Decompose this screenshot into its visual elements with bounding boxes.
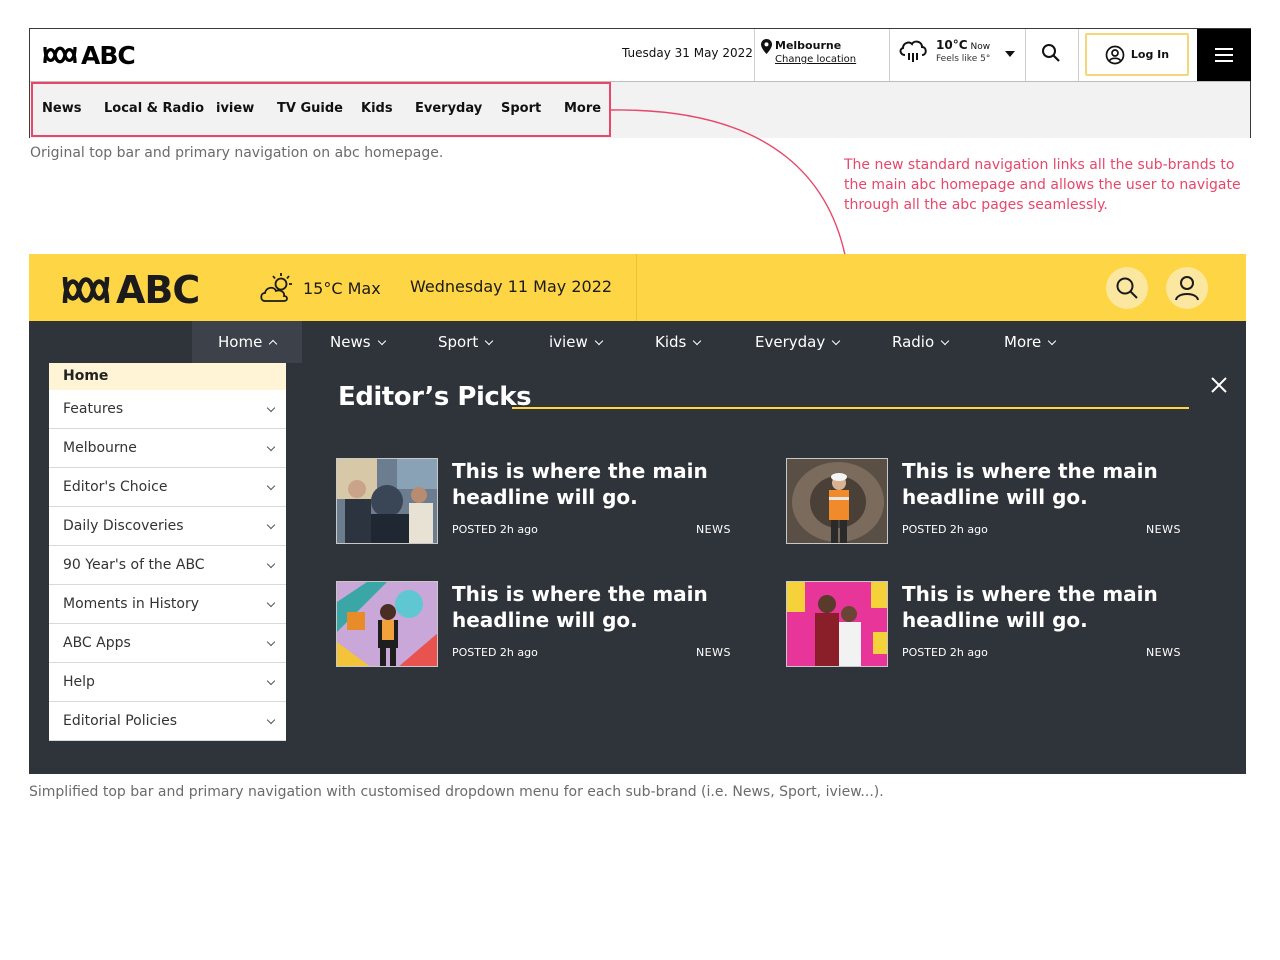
dropdown-item-label: Features (63, 401, 124, 417)
card-category-tag: NEWS (1145, 646, 1181, 659)
chevron-down-icon (1047, 336, 1057, 345)
nav-kids[interactable]: Kids (655, 321, 702, 363)
card-headline[interactable]: This is where the main headline will go. (452, 458, 722, 510)
new-design-mockup: ABC 15°C Max Wednesday 11 May 2022 Home … (29, 254, 1246, 774)
chevron-down-icon (594, 336, 603, 345)
search-button[interactable] (1106, 267, 1148, 309)
dropdown-item-label: Melbourne (63, 440, 137, 456)
card-category-tag: NEWS (695, 646, 731, 659)
nav-label: News (330, 333, 371, 351)
chevron-down-icon (266, 481, 276, 490)
chevron-down-icon (266, 676, 276, 685)
dropdown-item-label: Daily Discoveries (63, 518, 184, 534)
dropdown-item-label: Moments in History (63, 596, 200, 612)
chevron-down-icon (831, 336, 841, 345)
nav-label: Everyday (755, 333, 826, 351)
section-title: Editor’s Picks (338, 382, 532, 412)
new-primary-nav: Home News Sport iview Kids Everyday Radi… (29, 321, 1246, 363)
nav-label: Kids (655, 333, 687, 351)
card-posted-time: POSTED 2h ago (902, 646, 988, 659)
divider (636, 254, 637, 321)
card-category-tag: NEWS (695, 523, 731, 536)
chevron-down-icon (266, 559, 276, 568)
chevron-down-icon (940, 336, 950, 345)
nav-label: Radio (892, 333, 935, 351)
card-category-tag: NEWS (1145, 523, 1181, 536)
nav-home[interactable]: Home (192, 321, 303, 363)
close-icon[interactable] (1210, 376, 1228, 394)
news-card[interactable]: This is where the main headline will go.… (786, 581, 1186, 667)
title-underline (512, 407, 1189, 409)
abc-wordmark: ABC (116, 268, 200, 312)
nav-label: iview (549, 333, 588, 351)
current-date: Wednesday 11 May 2022 (410, 277, 613, 296)
chevron-up-icon (269, 339, 278, 348)
dropdown-item-features[interactable]: Features (49, 390, 286, 429)
news-thumbnail[interactable] (336, 458, 438, 544)
news-card[interactable]: This is where the main headline will go.… (786, 458, 1186, 544)
nav-everyday[interactable]: Everyday (755, 321, 841, 363)
news-card[interactable]: This is where the main headline will go.… (336, 458, 736, 544)
chevron-down-icon (266, 520, 276, 529)
new-design-caption: Simplified top bar and primary navigatio… (29, 784, 884, 800)
dropdown-item-daily-discoveries[interactable]: Daily Discoveries (49, 507, 286, 546)
card-posted-time: POSTED 2h ago (452, 646, 538, 659)
dropdown-item-help[interactable]: Help (49, 663, 286, 702)
dropdown-item-label: 90 Year's of the ABC (63, 557, 205, 573)
nav-label: More (1004, 333, 1042, 351)
dropdown-item-label: ABC Apps (63, 635, 131, 651)
chevron-down-icon (377, 336, 386, 345)
chevron-down-icon (266, 637, 276, 646)
dropdown-item-abc-apps[interactable]: ABC Apps (49, 624, 286, 663)
nav-label: Home (218, 333, 263, 351)
dropdown-item-editors-choice[interactable]: Editor's Choice (49, 468, 286, 507)
dropdown-item-melbourne[interactable]: Melbourne (49, 429, 286, 468)
nav-label: Sport (438, 333, 479, 351)
chevron-down-icon (266, 442, 276, 451)
search-icon (1116, 277, 1138, 299)
dropdown-item-label: Editor's Choice (63, 479, 168, 495)
chevron-down-icon (266, 598, 276, 607)
home-dropdown-menu: Home Features Melbourne Editor's Choice … (49, 363, 286, 741)
chevron-down-icon (693, 336, 702, 345)
account-button[interactable] (1166, 267, 1208, 309)
weather-widget[interactable]: 15°C Max (259, 272, 381, 304)
dropdown-item-label: Help (63, 674, 95, 690)
dropdown-item-editorial-policies[interactable]: Editorial Policies (49, 702, 286, 741)
card-headline[interactable]: This is where the main headline will go. (902, 458, 1172, 510)
abc-logo[interactable]: ABC (62, 268, 200, 312)
nav-iview[interactable]: iview (549, 321, 603, 363)
user-icon (1175, 276, 1199, 301)
news-thumbnail[interactable] (786, 458, 888, 544)
news-thumbnail[interactable] (336, 581, 438, 667)
partly-cloudy-icon (260, 273, 292, 302)
nav-sport[interactable]: Sport (438, 321, 494, 363)
news-card[interactable]: This is where the main headline will go.… (336, 581, 736, 667)
nav-news[interactable]: News (330, 321, 386, 363)
chevron-down-icon (266, 715, 276, 724)
news-thumbnail[interactable] (786, 581, 888, 667)
card-posted-time: POSTED 2h ago (452, 523, 538, 536)
dropdown-item-label: Editorial Policies (63, 713, 178, 729)
dropdown-item-moments-in-history[interactable]: Moments in History (49, 585, 286, 624)
chevron-down-icon (485, 336, 494, 345)
nav-radio[interactable]: Radio (892, 321, 950, 363)
abc-lissajous-icon (62, 276, 110, 304)
card-headline[interactable]: This is where the main headline will go. (902, 581, 1172, 633)
card-posted-time: POSTED 2h ago (902, 523, 988, 536)
dropdown-header[interactable]: Home (49, 363, 286, 390)
weather-max: 15°C Max (303, 278, 381, 298)
new-top-bar (29, 254, 1246, 321)
nav-more[interactable]: More (1004, 321, 1057, 363)
dropdown-item-90-years[interactable]: 90 Year's of the ABC (49, 546, 286, 585)
chevron-down-icon (266, 403, 276, 412)
card-headline[interactable]: This is where the main headline will go. (452, 581, 722, 633)
